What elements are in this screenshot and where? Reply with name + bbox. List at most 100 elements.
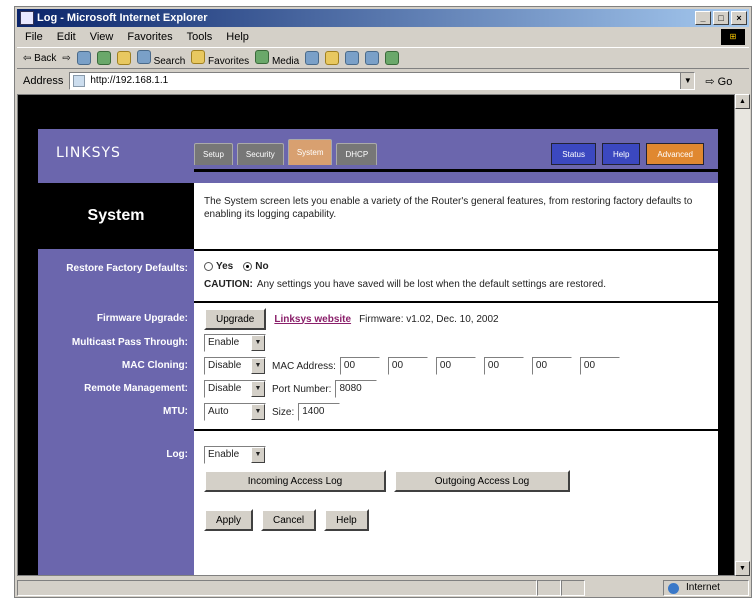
divider (194, 429, 718, 431)
incoming-access-log-button[interactable]: Incoming Access Log (204, 470, 386, 492)
address-bar: Address http://192.168.1.1 ▼ ⇨ Go (17, 70, 749, 92)
section-title: System (38, 183, 194, 249)
refresh-icon[interactable] (96, 51, 111, 65)
go-button[interactable]: ⇨ Go (705, 75, 732, 88)
menu-bar: File Edit View Favorites Tools Help ⊞ (17, 28, 749, 46)
menu-file[interactable]: File (25, 31, 43, 43)
address-input[interactable]: http://192.168.1.1 ▼ (69, 72, 696, 90)
mac-cloning-value: Disable (208, 360, 242, 371)
tab-security[interactable]: Security (236, 143, 284, 165)
main-tabs: Setup Security System DHCP (194, 139, 378, 165)
media-button[interactable]: Media (255, 49, 300, 67)
mac-octet-3[interactable]: 00 (435, 357, 476, 375)
divider (194, 249, 718, 251)
restore-yes-radio[interactable] (204, 262, 213, 271)
menu-view[interactable]: View (90, 31, 114, 43)
tab-help[interactable]: Help (601, 143, 641, 165)
firmware-row: Upgrade Linksys website Firmware: v1.02,… (204, 308, 499, 330)
minimize-button[interactable]: _ (695, 11, 711, 25)
windows-logo-icon: ⊞ (721, 29, 745, 45)
multicast-value: Enable (208, 337, 240, 348)
log-select[interactable]: Enable ▼ (204, 446, 266, 464)
title-bar: Log - Microsoft Internet Explorer _ □ × (17, 9, 749, 27)
tab-dhcp[interactable]: DHCP (336, 143, 378, 165)
chevron-down-icon: ▼ (251, 381, 265, 397)
divider (194, 301, 718, 303)
multicast-label: Multicast Pass Through: (71, 337, 188, 348)
mac-octet-1[interactable]: 00 (339, 357, 380, 375)
menu-tools[interactable]: Tools (187, 31, 213, 43)
zone-label: Internet (686, 582, 720, 593)
scroll-down-icon[interactable]: ▼ (735, 561, 750, 576)
caution-text: Any settings you have saved will be lost… (256, 279, 606, 290)
back-button[interactable]: ⇦ Back (23, 53, 56, 64)
media-icon (255, 49, 270, 64)
linksys-logo: LINKSYS (56, 145, 121, 161)
port-number-input[interactable]: 8080 (335, 380, 378, 398)
mtu-size-input[interactable]: 1400 (298, 403, 341, 421)
menu-edit[interactable]: Edit (57, 31, 76, 43)
search-button[interactable]: Search (136, 49, 186, 67)
messenger-icon[interactable] (385, 51, 400, 65)
favorites-icon (191, 49, 206, 64)
tab-status[interactable]: Status (551, 143, 596, 165)
log-value: Enable (208, 449, 240, 460)
linksys-website-link[interactable]: Linksys website (274, 314, 351, 325)
mac-octet-5[interactable]: 00 (531, 357, 572, 375)
action-buttons-row: Apply Cancel Help (204, 509, 377, 531)
right-tabs: Status Help Advanced (551, 143, 704, 165)
restore-label: Restore Factory Defaults: (66, 263, 188, 274)
ie-icon (20, 11, 34, 25)
stop-icon[interactable] (76, 51, 91, 65)
tab-system[interactable]: System (287, 139, 333, 165)
globe-icon (668, 583, 679, 594)
upgrade-button[interactable]: Upgrade (204, 308, 267, 330)
status-cell (537, 580, 561, 596)
address-dropdown-icon[interactable]: ▼ (680, 73, 695, 89)
menu-favorites[interactable]: Favorites (127, 31, 172, 43)
edit-icon[interactable] (365, 51, 380, 65)
help-button[interactable]: Help (324, 509, 369, 531)
mac-cloning-select[interactable]: Disable ▼ (204, 357, 266, 375)
address-value: http://192.168.1.1 (90, 75, 169, 86)
print-icon[interactable] (345, 51, 360, 65)
port-number-label: Port Number: (272, 383, 332, 395)
maximize-button[interactable]: □ (713, 11, 729, 25)
remote-management-row: Disable ▼ Port Number: 8080 (204, 380, 385, 398)
header-divider (194, 169, 718, 172)
remote-management-select[interactable]: Disable ▼ (204, 380, 266, 398)
cancel-button[interactable]: Cancel (261, 509, 317, 531)
address-label: Address (23, 75, 64, 87)
tab-advanced[interactable]: Advanced (646, 143, 704, 165)
scroll-up-icon[interactable]: ▲ (735, 94, 750, 109)
menu-help[interactable]: Help (226, 31, 249, 43)
favorites-button[interactable]: Favorites (191, 49, 250, 67)
history-icon[interactable] (305, 51, 320, 65)
media-label: Media (271, 55, 300, 67)
log-label: Log: (166, 449, 188, 460)
go-label: Go (717, 75, 733, 88)
forward-button[interactable]: ⇨ (62, 53, 70, 64)
tab-setup[interactable]: Setup (194, 143, 233, 165)
search-label: Search (153, 55, 186, 67)
favorites-label: Favorites (208, 55, 250, 67)
mac-octet-4[interactable]: 00 (483, 357, 524, 375)
mac-address-label: MAC Address: (272, 360, 336, 372)
close-button[interactable]: × (731, 11, 747, 25)
log-buttons-row: Incoming Access Log Outgoing Access Log (204, 470, 578, 492)
chevron-down-icon: ▼ (251, 447, 265, 463)
restore-options: Yes No (204, 261, 269, 272)
vertical-scrollbar[interactable]: ▲ ▼ (735, 94, 750, 576)
mtu-select[interactable]: Auto ▼ (204, 403, 266, 421)
page-icon (73, 75, 86, 87)
restore-no-radio[interactable] (243, 262, 253, 271)
home-icon[interactable] (116, 51, 131, 65)
multicast-select[interactable]: Enable ▼ (204, 334, 266, 352)
mac-octet-2[interactable]: 00 (387, 357, 428, 375)
toolbar: ⇦ Back ⇨ Search Favorites Media (17, 47, 749, 69)
outgoing-access-log-button[interactable]: Outgoing Access Log (394, 470, 570, 492)
security-zone: Internet (663, 580, 749, 596)
mail-icon[interactable] (325, 51, 340, 65)
apply-button[interactable]: Apply (204, 509, 254, 531)
mac-octet-6[interactable]: 00 (579, 357, 620, 375)
